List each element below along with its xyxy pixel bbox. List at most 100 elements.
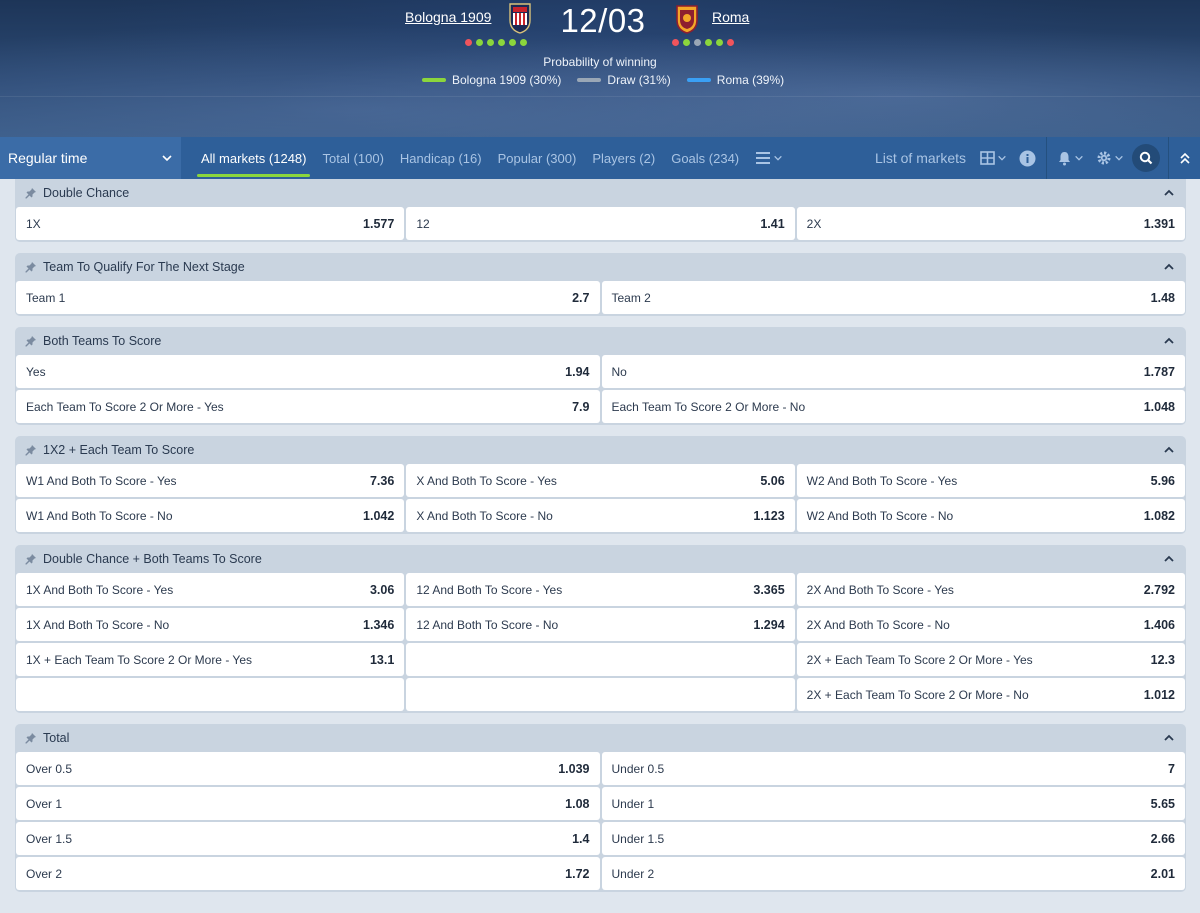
outcome-button[interactable]: 12 And Both To Score - Yes 3.365: [406, 573, 795, 606]
market-title: 1X2 + Each Team To Score: [43, 443, 195, 457]
pin-icon[interactable]: [25, 335, 37, 347]
notifications-button[interactable]: [1051, 137, 1090, 179]
probability-label: Bologna 1909 (30%): [452, 73, 562, 87]
outcome-button[interactable]: 2X + Each Team To Score 2 Or More - Yes 1…: [796, 643, 1185, 676]
outcome-button[interactable]: Under 1 5.65: [601, 787, 1185, 820]
list-of-markets-label[interactable]: List of markets: [875, 150, 974, 166]
outcome-button[interactable]: W2 And Both To Score - Yes 5.96: [796, 464, 1185, 497]
outcome-grid: Over 0.5 1.039 Under 0.5 7 Over 1 1.08 Under 1…: [15, 752, 1186, 890]
toolbar-separator: [1046, 137, 1047, 179]
outcome-button[interactable]: 2X + Each Team To Score 2 Or More - No 1.…: [796, 678, 1185, 711]
outcome-button[interactable]: X And Both To Score - Yes 5.06: [406, 464, 795, 497]
form-dot: [705, 39, 712, 46]
home-team-link[interactable]: Bologna 1909: [405, 9, 491, 25]
market-header[interactable]: Total: [15, 724, 1186, 752]
market-tab[interactable]: Handicap (16): [392, 137, 490, 179]
form-dot: [465, 39, 472, 46]
more-tabs-menu[interactable]: [747, 137, 791, 179]
outcome-odd: 5.65: [1150, 796, 1175, 811]
outcome-button[interactable]: 1X And Both To Score - Yes 3.06: [16, 573, 405, 606]
market-section: 1X2 + Each Team To Score W1 And Both To S…: [15, 436, 1186, 534]
search-button[interactable]: [1132, 144, 1160, 172]
pin-icon[interactable]: [25, 732, 37, 744]
outcome-button[interactable]: W1 And Both To Score - Yes 7.36: [16, 464, 405, 497]
chevron-up-icon[interactable]: [1162, 731, 1176, 745]
chevron-up-icon[interactable]: [1162, 552, 1176, 566]
outcome-label: Under 1: [611, 796, 655, 811]
chevron-up-icon[interactable]: [1162, 443, 1176, 457]
market-section: Double Chance + Both Teams To Score 1X An…: [15, 545, 1186, 713]
market-tab[interactable]: Total (100): [314, 137, 391, 179]
market-section: Team To Qualify For The Next Stage Team 1…: [15, 253, 1186, 316]
probability-color-bar: [577, 78, 602, 82]
probability-legend-item: Roma (39%): [686, 73, 785, 87]
match-header: Bologna 1909 12/03 Roma Probability of w…: [0, 0, 1200, 137]
period-select[interactable]: Regular time: [0, 137, 181, 179]
outcome-button[interactable]: X And Both To Score - No 1.123: [406, 499, 795, 532]
outcome-label: Each Team To Score 2 Or More - Yes: [26, 399, 224, 414]
outcome-button[interactable]: Under 1.5 2.66: [601, 822, 1185, 855]
outcome-button[interactable]: 1X 1.577: [16, 207, 405, 240]
outcome-button[interactable]: Over 1 1.08: [16, 787, 600, 820]
outcome-odd: 13.1: [369, 652, 395, 667]
outcome-label: 12: [416, 216, 430, 231]
layout-toggle[interactable]: [974, 137, 1013, 179]
outcome-odd: 2.792: [1143, 582, 1175, 597]
away-team-link[interactable]: Roma: [712, 9, 749, 25]
market-header[interactable]: Double Chance + Both Teams To Score: [15, 545, 1186, 573]
outcome-label: Team 2: [611, 290, 651, 305]
empty-outcome-cell: [406, 678, 795, 711]
market-header[interactable]: 1X2 + Each Team To Score: [15, 436, 1186, 464]
outcome-button[interactable]: 2X And Both To Score - No 1.406: [796, 608, 1185, 641]
outcome-button[interactable]: 2X And Both To Score - Yes 2.792: [796, 573, 1185, 606]
pin-icon[interactable]: [25, 261, 37, 273]
outcome-button[interactable]: Team 2 1.48: [601, 281, 1185, 314]
settings-button[interactable]: [1090, 137, 1130, 179]
outcome-button[interactable]: 12 1.41: [406, 207, 795, 240]
probability-label: Roma (39%): [716, 73, 785, 87]
chevron-up-icon[interactable]: [1162, 260, 1176, 274]
collapse-all-button[interactable]: [1168, 137, 1200, 179]
outcome-button[interactable]: 1X And Both To Score - No 1.346: [16, 608, 405, 641]
pin-icon[interactable]: [25, 187, 37, 199]
toolbar-right: List of markets: [875, 137, 1200, 179]
outcome-button[interactable]: Each Team To Score 2 Or More - No 1.048: [601, 390, 1185, 423]
pin-icon[interactable]: [25, 444, 37, 456]
outcome-odd: 1.042: [363, 508, 395, 523]
outcome-button[interactable]: 1X + Each Team To Score 2 Or More - Yes 1…: [16, 643, 405, 676]
outcome-button[interactable]: Over 0.5 1.039: [16, 752, 600, 785]
outcome-odd: 1.048: [1143, 399, 1175, 414]
outcome-button[interactable]: 2X 1.391: [796, 207, 1185, 240]
outcome-button[interactable]: Over 2 1.72: [16, 857, 600, 890]
market-tab[interactable]: All markets (1248): [193, 137, 314, 179]
market-header[interactable]: Double Chance: [15, 179, 1186, 207]
outcome-button[interactable]: Over 1.5 1.4: [16, 822, 600, 855]
chevron-up-icon[interactable]: [1162, 334, 1176, 348]
outcome-button[interactable]: Under 2 2.01: [601, 857, 1185, 890]
market-tab[interactable]: Popular (300): [490, 137, 585, 179]
info-icon: [1019, 150, 1036, 166]
info-button[interactable]: [1013, 137, 1042, 179]
chevron-down-icon: [998, 155, 1006, 161]
outcome-odd: 1.48: [1150, 290, 1175, 305]
outcome-button[interactable]: Yes 1.94: [16, 355, 600, 388]
outcome-button[interactable]: Each Team To Score 2 Or More - Yes 7.9: [16, 390, 600, 423]
pin-icon[interactable]: [25, 553, 37, 565]
outcome-button[interactable]: W1 And Both To Score - No 1.042: [16, 499, 405, 532]
markets-toolbar: Regular time All markets (1248) Total (10…: [0, 137, 1200, 179]
market-header[interactable]: Team To Qualify For The Next Stage: [15, 253, 1186, 281]
market-tab[interactable]: Players (2): [584, 137, 663, 179]
chevron-up-icon[interactable]: [1162, 186, 1176, 200]
form-dot: [716, 39, 723, 46]
outcome-button[interactable]: Team 1 2.7: [16, 281, 600, 314]
outcome-button[interactable]: 12 And Both To Score - No 1.294: [406, 608, 795, 641]
outcome-odd: 1.72: [565, 866, 590, 881]
market-tab[interactable]: Goals (234): [663, 137, 747, 179]
form-dot: [520, 39, 527, 46]
outcome-label: 12 And Both To Score - No: [416, 617, 559, 632]
market-header[interactable]: Both Teams To Score: [15, 327, 1186, 355]
outcome-button[interactable]: No 1.787: [601, 355, 1185, 388]
outcome-label: W2 And Both To Score - Yes: [806, 473, 958, 488]
outcome-button[interactable]: Under 0.5 7: [601, 752, 1185, 785]
outcome-button[interactable]: W2 And Both To Score - No 1.082: [796, 499, 1185, 532]
